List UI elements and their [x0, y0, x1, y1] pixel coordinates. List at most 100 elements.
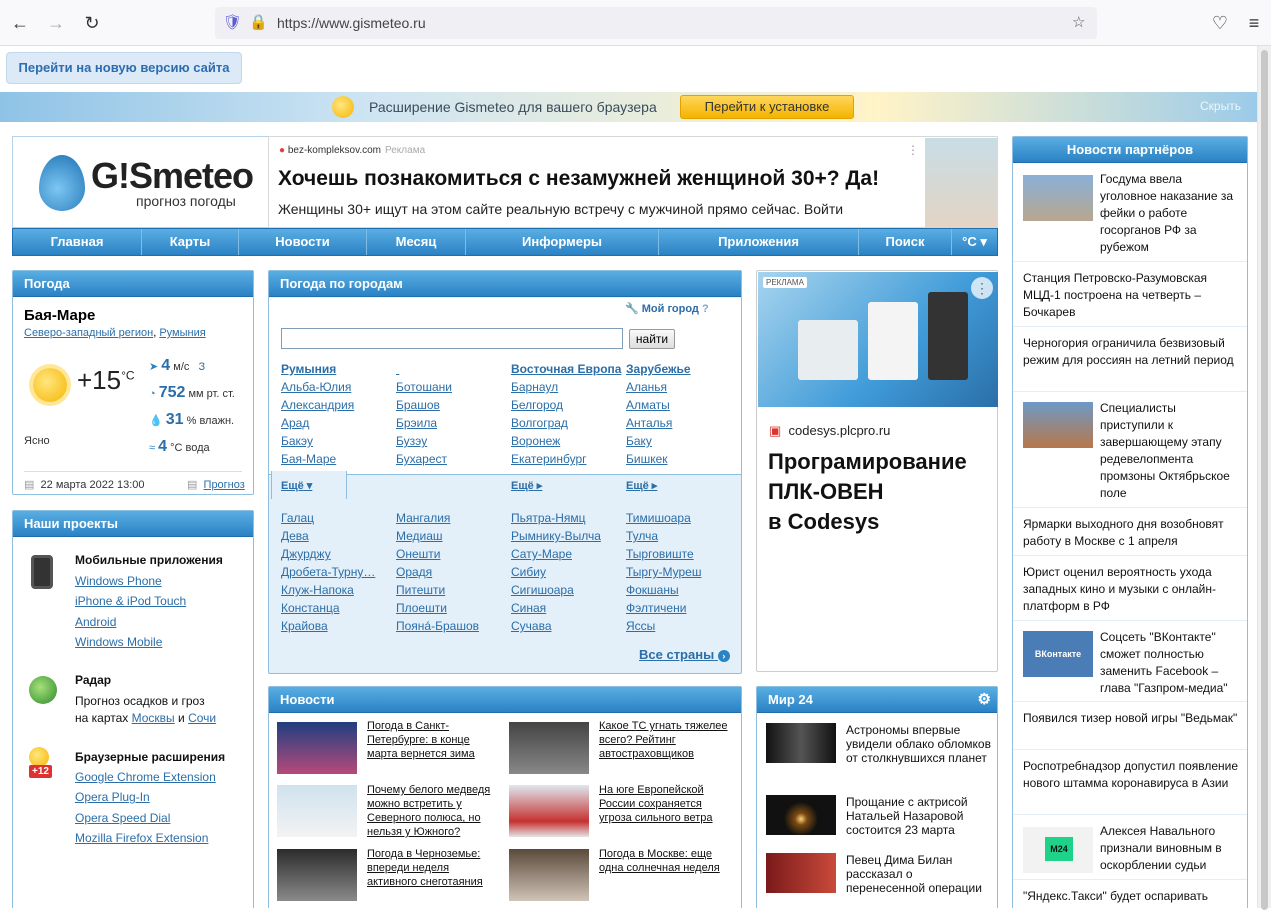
city-link[interactable]: Алматы [626, 396, 736, 414]
region-link[interactable]: Северо-западный регион [24, 327, 153, 339]
news-item[interactable]: Погода в Санкт-Петербурге: в конце марта… [367, 719, 487, 761]
partner-news-item[interactable]: Появился тизер новой игры "Ведьмак" [1023, 710, 1243, 727]
new-version-button[interactable]: Перейти на новую версию сайта [6, 52, 242, 84]
news-thumb[interactable] [277, 785, 357, 837]
nav-item-month[interactable]: Месяц [367, 229, 466, 255]
partner-news-item[interactable]: Соцсеть "ВКонтакте" сможет полностью зам… [1100, 629, 1242, 697]
ad-more-icon[interactable]: ⋮ [907, 143, 919, 157]
news-item[interactable]: Погода в Москве: еще одна солнечная неде… [599, 847, 729, 875]
city-link[interactable]: Бакэу [281, 432, 391, 450]
link-chrome-ext[interactable]: Google Chrome Extension [75, 770, 216, 784]
more-options-icon[interactable]: ⋮ [971, 277, 993, 299]
country-link[interactable]: Румыния [159, 327, 205, 339]
news-thumb[interactable] [277, 849, 357, 901]
menu-icon[interactable]: ≡ [1242, 11, 1266, 35]
partner-news-item[interactable]: Ярмарки выходного дня возобновят работу … [1023, 516, 1243, 550]
city-link[interactable]: Мангалия [396, 509, 506, 527]
city-link[interactable]: Поянá-Брашов [396, 617, 506, 635]
ad-mid-title[interactable]: Програмирование ПЛК-ОВЕН в Codesys [768, 447, 967, 537]
city-link[interactable]: Аланья [626, 378, 736, 396]
city-link[interactable]: Тулча [626, 527, 736, 545]
address-bar[interactable]: 🛡 🔒 https://www.gismeteo.ru ☆ [215, 7, 1097, 39]
city-link[interactable]: Сигишоара [511, 581, 623, 599]
city-link[interactable]: Сату-Маре [511, 545, 623, 563]
more-east-text[interactable]: Ещё [511, 480, 534, 492]
ad-title[interactable]: Хочешь познакомиться с незамужней женщин… [278, 167, 879, 191]
nav-item-informers[interactable]: Информеры [466, 229, 659, 255]
nav-item-main[interactable]: Главная [13, 229, 142, 255]
city-header-abroad[interactable]: Зарубежье [626, 360, 736, 378]
mir24-thumb[interactable] [766, 853, 836, 893]
hide-link[interactable]: Скрыть [1200, 99, 1241, 113]
top-ad-banner[interactable]: ● bez-kompleksov.com Реклама Хочешь позна… [268, 136, 998, 228]
partner-news-item[interactable]: "Яндекс.Такси" будет оспаривать [1023, 888, 1243, 905]
partner-news-item[interactable]: Роспотребнадзор допустил появление новог… [1023, 758, 1243, 792]
city-link[interactable]: Белгород [511, 396, 623, 414]
city-link[interactable]: Арад [281, 414, 391, 432]
link-opera-speed-dial[interactable]: Opera Speed Dial [75, 811, 170, 825]
city-link[interactable]: Ботошани [396, 378, 506, 396]
bookmark-star-icon[interactable]: ☆ [1072, 13, 1085, 31]
city-link[interactable]: Медиаш [396, 527, 506, 545]
city-link[interactable]: Бишкек [626, 450, 736, 468]
my-city-link[interactable]: 🔧 Мой город ? [625, 302, 709, 315]
partner-thumb[interactable] [1023, 175, 1093, 221]
mir24-item[interactable]: Прощание с актрисой Натальей Назаровой с… [846, 795, 992, 837]
nav-item-news[interactable]: Новости [239, 229, 367, 255]
partner-news-item[interactable]: Станция Петровско-Разумовская МЦД-1 пост… [1023, 270, 1243, 321]
link-windows-phone[interactable]: Windows Phone [75, 574, 162, 588]
vk-thumb[interactable]: ВКонтакте [1023, 631, 1093, 677]
more-open-text[interactable]: Ещё [281, 480, 304, 492]
ad-mid-title-1[interactable]: Програмирование [768, 447, 967, 477]
partner-news-item[interactable]: Черногория ограничила безвизовый режим д… [1023, 335, 1243, 369]
lock-icon[interactable]: 🔒 [249, 13, 268, 31]
city-link[interactable]: Бузэу [396, 432, 506, 450]
forecast-link[interactable]: Прогноз [204, 479, 245, 491]
forward-icon[interactable]: → [44, 11, 68, 35]
partner-news-item[interactable]: Специалисты приступили к завершающему эт… [1100, 400, 1242, 502]
partner-news-item[interactable]: Госдума ввела уголовное наказание за фей… [1100, 171, 1242, 256]
shield-icon[interactable]: 🛡 [223, 13, 242, 31]
city-header-east-europe[interactable]: Восточная Европа [511, 360, 623, 378]
city-link[interactable]: Екатеринбург [511, 450, 623, 468]
city-link[interactable]: Крайова [281, 617, 391, 635]
ad-mid-title-3[interactable]: в Codesys [768, 507, 967, 537]
scrollbar-thumb[interactable] [1261, 50, 1268, 910]
more-abroad-text[interactable]: Ещё [626, 480, 649, 492]
settings-gear-icon[interactable]: ⚙ [978, 687, 991, 713]
link-firefox-ext[interactable]: Mozilla Firefox Extension [75, 831, 208, 845]
city-link[interactable]: Брэила [396, 414, 506, 432]
city-link[interactable]: Альба-Юлия [281, 378, 391, 396]
city-link[interactable]: Брашов [396, 396, 506, 414]
city-link[interactable]: Орадя [396, 563, 506, 581]
city-link[interactable]: Сибиу [511, 563, 623, 581]
pocket-icon[interactable]: ♡ [1208, 11, 1232, 35]
scrollbar[interactable] [1257, 46, 1271, 910]
radar-sochi-link[interactable]: Сочи [188, 711, 216, 725]
city-link[interactable]: Барнаул [511, 378, 623, 396]
link-android[interactable]: Android [75, 615, 116, 629]
news-item[interactable]: Какое ТС угнать тяжелее всего? Рейтинг а… [599, 719, 735, 761]
city-link[interactable]: Александрия [281, 396, 391, 414]
city-link[interactable]: Сучава [511, 617, 623, 635]
more-open-toggle[interactable]: Ещё ▾ [281, 479, 312, 492]
ad-image[interactable] [925, 138, 997, 228]
gismeteo-logo[interactable]: G!Smeteo прогноз погоды [12, 136, 268, 228]
url-text[interactable]: https://www.gismeteo.ru [277, 15, 426, 31]
city-link[interactable]: Питешти [396, 581, 506, 599]
news-thumb[interactable] [277, 722, 357, 774]
link-opera-plugin[interactable]: Opera Plug-In [75, 790, 150, 804]
search-button[interactable]: найти [629, 329, 675, 349]
city-link[interactable]: Синая [511, 599, 623, 617]
news-item[interactable]: На юге Европейской России сохраняется уг… [599, 783, 729, 825]
city-link[interactable]: Пьятра-Нямц [511, 509, 623, 527]
news-thumb[interactable] [509, 849, 589, 901]
middle-ad[interactable]: РЕКЛАМА ⋮ ▣ codesys.plcpro.ru Програмиро… [756, 270, 998, 672]
more-toggle-east[interactable]: Ещё ▸ [511, 479, 542, 492]
city-link[interactable]: Онешти [396, 545, 506, 563]
news-thumb[interactable] [509, 785, 589, 837]
city-link[interactable]: Бухарест [396, 450, 506, 468]
partner-news-item[interactable]: Алексея Навального признали виновным в о… [1100, 823, 1242, 874]
news-item[interactable]: Погода в Черноземье: впереди неделя акти… [367, 847, 497, 889]
mir24-item[interactable]: Астрономы впервые увидели облако обломко… [846, 723, 992, 765]
